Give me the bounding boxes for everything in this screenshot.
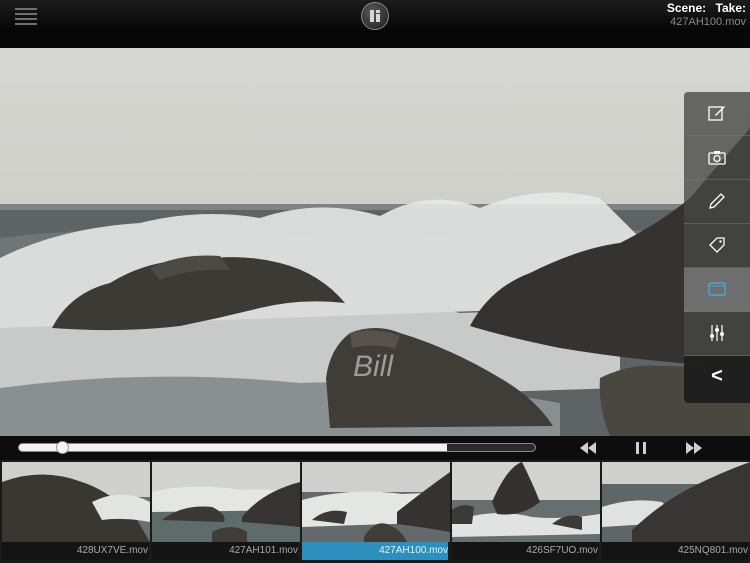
scene-label: Scene:	[666, 1, 707, 15]
clip-filename: 425NQ801.mov	[602, 542, 748, 560]
collapse-toolbar-button[interactable]: <	[684, 356, 750, 403]
clip-filename: 426SF7UO.mov	[452, 542, 598, 560]
clip-preview-image	[602, 462, 750, 542]
scrubber-track[interactable]	[18, 443, 536, 452]
scene-take-labels: Scene: Take:	[661, 1, 746, 15]
adjust-button[interactable]	[684, 312, 750, 356]
edit-note-icon	[708, 106, 725, 121]
camera-icon	[708, 151, 726, 165]
draw-button[interactable]	[684, 180, 750, 224]
pause-icon[interactable]	[634, 440, 648, 456]
current-file-name: 427AH100.mov	[670, 16, 746, 28]
clip-filename: 427AH100.mov	[302, 542, 448, 560]
clip-filename: 427AH101.mov	[152, 542, 298, 560]
clip-thumbnail[interactable]: 428UX7VE.mov	[2, 462, 150, 562]
fast-forward-icon[interactable]	[684, 440, 704, 456]
snapshot-button[interactable]	[684, 136, 750, 180]
clip-thumbnail[interactable]: 425NQ801.mov	[602, 462, 750, 562]
frame-icon	[708, 282, 726, 296]
clip-thumbnail-selected[interactable]: 427AH100.mov	[302, 462, 450, 562]
clip-filename: 428UX7VE.mov	[2, 542, 148, 560]
watermark-text: Bill	[353, 350, 394, 383]
top-bar: Scene: Take: 427AH100.mov	[0, 0, 750, 32]
header-spacer	[0, 32, 750, 48]
clip-thumbnail[interactable]: 426SF7UO.mov	[452, 462, 600, 562]
clip-thumbnail[interactable]: 427AH101.mov	[152, 462, 300, 562]
edit-note-button[interactable]	[684, 92, 750, 136]
scrubber-unbuffered	[447, 444, 535, 451]
tag-icon	[709, 237, 725, 253]
sliders-icon	[710, 325, 724, 341]
scrubber-progress	[19, 444, 448, 451]
clip-preview-image	[302, 462, 450, 542]
tag-button[interactable]	[684, 224, 750, 268]
rewind-icon[interactable]	[578, 440, 598, 456]
scrubber-handle[interactable]	[55, 441, 69, 454]
collapse-icon: <	[711, 365, 723, 387]
clip-preview-image	[2, 462, 150, 542]
frame-button[interactable]	[684, 268, 750, 312]
hamburger-icon[interactable]	[15, 8, 37, 25]
clip-preview-image	[152, 462, 300, 542]
take-label: Take:	[715, 1, 746, 15]
video-player[interactable]: Bill	[0, 48, 750, 436]
app-logo	[361, 2, 389, 30]
clip-preview-image	[452, 462, 600, 542]
side-toolbar: <	[684, 92, 750, 403]
pencil-icon	[709, 193, 725, 209]
